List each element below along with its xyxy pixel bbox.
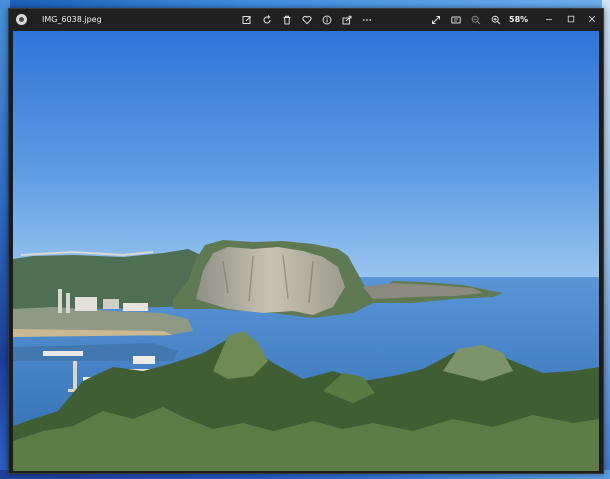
title-bar[interactable]: IMG_6038.jpeg 58% <box>9 9 603 31</box>
edit-image-button[interactable] <box>239 12 255 28</box>
close-button[interactable] <box>583 12 601 26</box>
fullscreen-button[interactable] <box>428 12 444 28</box>
favorite-icon <box>302 15 312 25</box>
share-button[interactable] <box>339 12 355 28</box>
info-icon <box>322 15 332 25</box>
more-options-button[interactable] <box>359 12 375 28</box>
zoom-level-label[interactable]: 58% <box>509 14 528 26</box>
file-name-label: IMG_6038.jpeg <box>42 15 102 24</box>
info-button[interactable] <box>319 12 335 28</box>
rotate-button[interactable] <box>259 12 275 28</box>
zoom-out-button[interactable] <box>468 12 484 28</box>
zoom-out-icon <box>471 15 481 25</box>
rotate-icon <box>263 15 271 24</box>
share-icon <box>342 15 352 25</box>
limestone-cliff <box>196 247 345 315</box>
maximize-icon <box>567 15 575 23</box>
delete-icon <box>283 15 291 25</box>
slideshow-icon <box>451 16 461 24</box>
minimize-icon <box>546 19 552 20</box>
photos-app-window: IMG_6038.jpeg 58% <box>8 8 604 474</box>
delete-button[interactable] <box>279 12 295 28</box>
more-icon <box>362 19 372 21</box>
minimize-button[interactable] <box>540 12 558 26</box>
favorite-button[interactable] <box>299 12 315 28</box>
zoom-in-button[interactable] <box>488 12 504 28</box>
edit-image-icon <box>242 16 251 24</box>
fullscreen-icon <box>432 16 440 24</box>
close-icon <box>588 15 596 23</box>
zoom-in-icon <box>491 15 501 25</box>
photo-viewport[interactable] <box>13 31 599 471</box>
landscape-photo <box>13 31 599 471</box>
photos-app-icon <box>16 14 27 25</box>
maximize-button[interactable] <box>562 12 580 26</box>
slideshow-button[interactable] <box>448 12 464 28</box>
